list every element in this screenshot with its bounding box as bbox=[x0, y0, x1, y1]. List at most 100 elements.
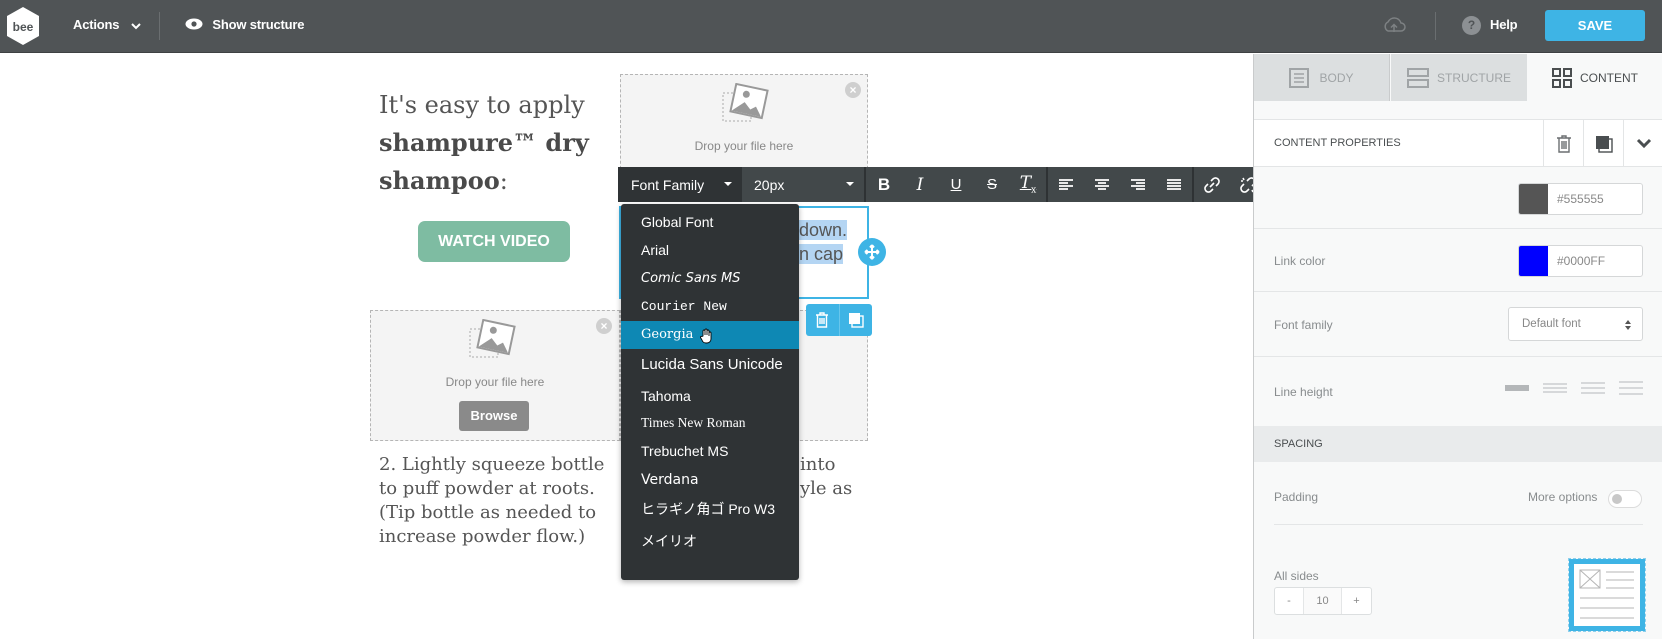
tab-label: STRUCTURE bbox=[1437, 70, 1511, 85]
tab-structure[interactable]: STRUCTURE bbox=[1391, 54, 1527, 101]
padding-value-input[interactable]: 10 bbox=[1304, 588, 1342, 614]
show-structure-label: Show structure bbox=[212, 17, 305, 32]
remove-icon[interactable]: × bbox=[596, 318, 612, 334]
cloud-upload-icon[interactable] bbox=[1382, 15, 1406, 35]
structure-icon bbox=[1407, 67, 1429, 88]
font-size-dropdown[interactable]: 20px bbox=[742, 167, 866, 202]
actions-label: Actions bbox=[73, 17, 120, 32]
align-center-icon bbox=[1095, 178, 1109, 190]
browse-button[interactable]: Browse bbox=[459, 401, 529, 431]
help-icon[interactable]: ? bbox=[1462, 16, 1481, 35]
divider bbox=[1435, 12, 1436, 40]
align-right-button[interactable] bbox=[1120, 167, 1156, 202]
all-sides-label: All sides bbox=[1274, 569, 1319, 583]
text-color-value[interactable]: #555555 bbox=[1548, 184, 1604, 214]
font-option-georgia[interactable]: Georgia bbox=[621, 321, 799, 349]
image-dropzone[interactable]: Drop your file here × bbox=[620, 74, 868, 174]
actions-menu[interactable]: Actions bbox=[73, 17, 141, 32]
strikethrough-icon: S bbox=[986, 176, 997, 193]
text-color-swatch[interactable] bbox=[1519, 184, 1548, 214]
delete-content-button[interactable] bbox=[1543, 120, 1583, 167]
divider bbox=[159, 12, 160, 40]
font-family-select[interactable]: Default font bbox=[1508, 307, 1643, 341]
image-placeholder-icon bbox=[722, 83, 769, 122]
heading-bold: shampoo bbox=[379, 166, 500, 195]
link-color-field[interactable]: #0000FF bbox=[1518, 245, 1643, 277]
heading-line: It's easy to apply bbox=[379, 91, 585, 119]
duplicate-content-button[interactable] bbox=[1583, 120, 1623, 167]
selected-text: down. n cap bbox=[799, 218, 848, 266]
more-options-label: More options bbox=[1528, 490, 1598, 504]
text-line: yle as bbox=[800, 478, 853, 499]
font-option-meiryo[interactable]: メイリオ bbox=[621, 527, 799, 555]
caret-down-icon bbox=[724, 182, 732, 186]
clear-format-button[interactable]: Tx bbox=[1010, 167, 1046, 202]
font-family-dropdown[interactable]: Font Family bbox=[618, 167, 742, 202]
font-option-courier-new[interactable]: Courier New bbox=[621, 293, 799, 321]
font-option-hiragino[interactable]: ヒラギノ角ゴ Pro W3 bbox=[621, 495, 799, 523]
text-line: down. bbox=[799, 220, 848, 240]
decrement-button[interactable]: - bbox=[1275, 588, 1304, 614]
duplicate-icon bbox=[1595, 135, 1613, 153]
show-structure-toggle[interactable]: Show structure bbox=[185, 17, 304, 32]
section-title: SPACING bbox=[1274, 438, 1323, 450]
select-arrows-icon bbox=[1625, 320, 1631, 330]
increment-button[interactable]: + bbox=[1342, 588, 1371, 614]
justify-button[interactable] bbox=[1156, 167, 1192, 202]
font-option-tahoma[interactable]: Tahoma bbox=[621, 382, 799, 410]
link-button[interactable] bbox=[1194, 167, 1230, 202]
tab-body[interactable]: BODY bbox=[1254, 54, 1390, 101]
remove-icon[interactable]: × bbox=[845, 82, 861, 98]
line-height-extra-loose-icon[interactable] bbox=[1619, 381, 1643, 395]
padding-preview bbox=[1568, 558, 1646, 632]
hand-cursor-icon bbox=[700, 328, 712, 344]
duplicate-block-button[interactable] bbox=[838, 304, 873, 336]
content-heading[interactable]: It's easy to apply shampure™ dry shampoo… bbox=[379, 86, 619, 200]
underline-icon: U bbox=[950, 176, 962, 193]
font-family-row: Font family Default font bbox=[1254, 292, 1662, 357]
step-3-text[interactable]: into yle as bbox=[800, 453, 880, 501]
block-actions bbox=[806, 304, 872, 336]
help-link[interactable]: Help bbox=[1490, 17, 1518, 32]
font-option-times-new-roman[interactable]: Times New Roman bbox=[621, 409, 799, 437]
collapse-properties-button[interactable] bbox=[1623, 120, 1662, 167]
save-button[interactable]: SAVE bbox=[1545, 10, 1645, 41]
font-option-lucida-sans-unicode[interactable]: Lucida Sans Unicode bbox=[621, 351, 799, 379]
font-family-label: Font Family bbox=[631, 176, 705, 193]
tab-content[interactable]: CONTENT bbox=[1527, 54, 1662, 101]
font-option-arial[interactable]: Arial bbox=[621, 236, 799, 264]
strikethrough-button[interactable]: S bbox=[974, 167, 1010, 202]
move-handle-icon[interactable] bbox=[858, 238, 886, 266]
font-option-verdana[interactable]: Verdana bbox=[621, 466, 799, 494]
text-color-field[interactable]: #555555 bbox=[1518, 183, 1643, 215]
font-option-trebuchet-ms[interactable]: Trebuchet MS bbox=[621, 437, 799, 465]
line-height-tight-icon[interactable] bbox=[1505, 381, 1529, 395]
link-color-value[interactable]: #0000FF bbox=[1548, 246, 1605, 276]
italic-button[interactable]: I bbox=[902, 167, 938, 202]
bee-logo[interactable]: bee bbox=[5, 6, 41, 46]
content-grid-icon bbox=[1552, 67, 1572, 88]
padding-label: Padding bbox=[1274, 490, 1319, 504]
underline-button[interactable]: U bbox=[938, 167, 974, 202]
svg-text:bee: bee bbox=[13, 20, 34, 34]
line-height-loose-icon[interactable] bbox=[1581, 381, 1605, 395]
delete-block-button[interactable] bbox=[806, 304, 839, 336]
chevron-down-icon bbox=[130, 22, 141, 29]
align-left-button[interactable] bbox=[1048, 167, 1084, 202]
step-2-text[interactable]: 2. Lightly squeeze bottle to puff powder… bbox=[379, 453, 609, 549]
font-option-comic-sans[interactable]: Comic Sans MS bbox=[621, 265, 799, 293]
more-options-toggle[interactable] bbox=[1608, 490, 1642, 508]
watch-video-button[interactable]: WATCH VIDEO bbox=[418, 221, 570, 262]
top-bar: bee Actions Show structure ? Help SAVE bbox=[0, 0, 1662, 53]
image-dropzone[interactable]: Drop your file here Browse × bbox=[370, 310, 620, 441]
font-family-value: Default font bbox=[1522, 318, 1581, 330]
align-left-icon bbox=[1059, 178, 1073, 190]
dropzone-text: Drop your file here bbox=[445, 375, 545, 389]
align-center-button[interactable] bbox=[1084, 167, 1120, 202]
clear-format-icon: Tx bbox=[1019, 173, 1037, 196]
link-color-swatch[interactable] bbox=[1519, 246, 1548, 276]
font-option-global-font[interactable]: Global Font bbox=[621, 208, 799, 236]
bold-button[interactable]: B bbox=[866, 167, 902, 202]
line-height-normal-icon[interactable] bbox=[1543, 381, 1567, 395]
sidebar-tabs: BODY STRUCTURE CONTENT bbox=[1254, 54, 1662, 101]
